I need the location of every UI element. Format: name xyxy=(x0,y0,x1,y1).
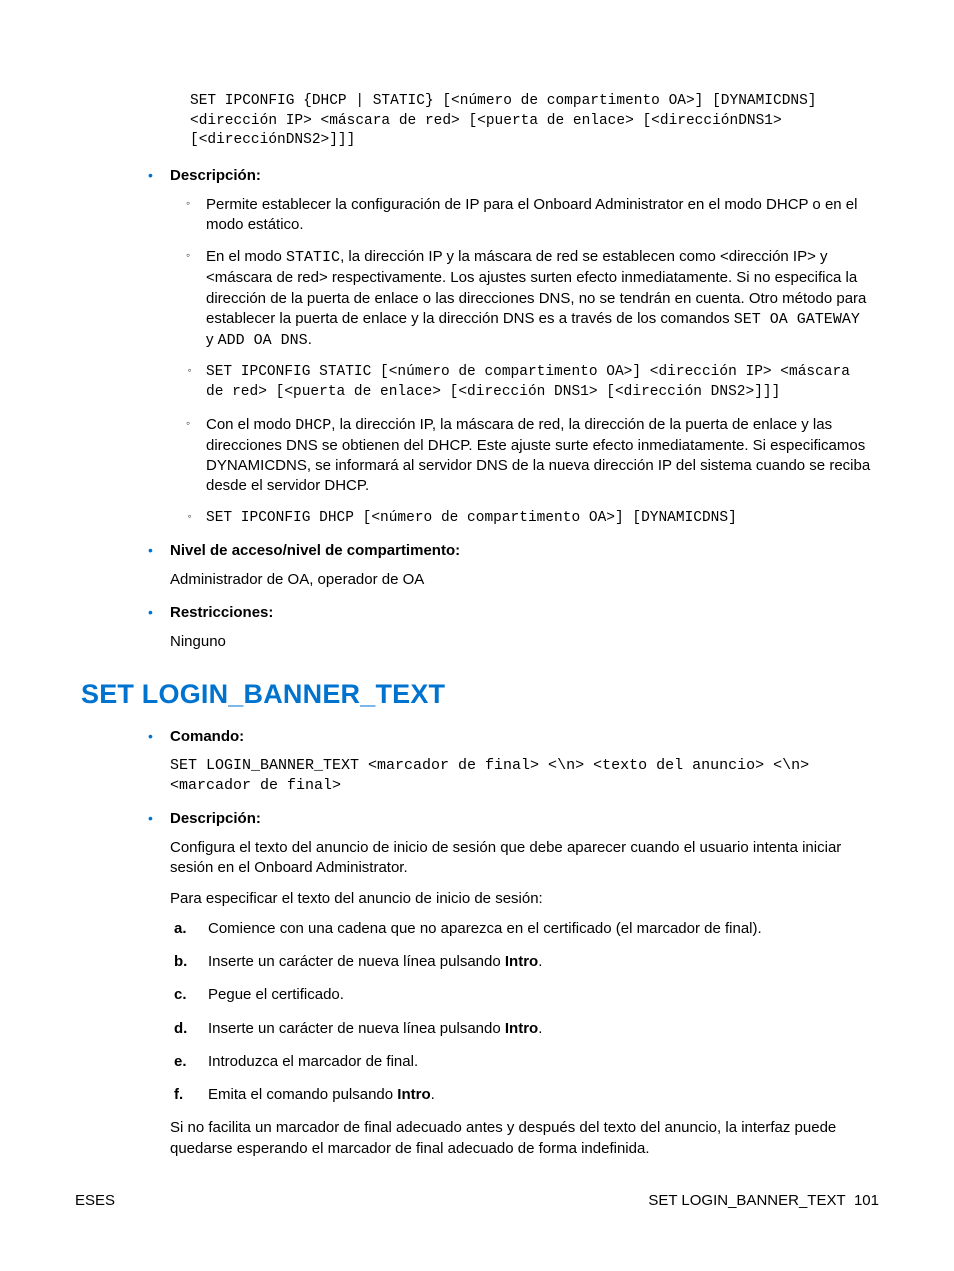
step-b: Inserte un carácter de nueva línea pulsa… xyxy=(204,952,871,972)
bullet-list-level2: Permite establecer la configuración de I… xyxy=(206,195,871,528)
bullet-list-level1-sec2: Comando: SET LOGIN_BANNER_TEXT <marcador… xyxy=(170,728,879,1159)
step-a: Comience con una cadena que no aparezca … xyxy=(204,919,871,939)
code-item-dhcp-syntax: SET IPCONFIG DHCP [<número de compartime… xyxy=(206,509,871,529)
body-descripcion-2: Configura el texto del anuncio de inicio… xyxy=(170,838,871,879)
item-nivel-acceso: Nivel de acceso/nivel de compartimento: … xyxy=(170,542,871,590)
inline-code-set-oa-gateway: SET OA GATEWAY xyxy=(734,311,860,328)
code-block-login-banner: SET LOGIN_BANNER_TEXT <marcador de final… xyxy=(170,756,871,797)
label-nivel-acceso: Nivel de acceso/nivel de compartimento: xyxy=(170,542,460,559)
label-descripcion: Descripción: xyxy=(170,167,261,184)
text: . xyxy=(431,1086,435,1103)
heading-set-login-banner-text: SET LOGIN_BANNER_TEXT xyxy=(81,679,879,710)
code-block-set-ipconfig: SET IPCONFIG {DHCP | STATIC} [<número de… xyxy=(190,92,871,151)
inline-code-add-oa-dns: ADD OA DNS xyxy=(218,332,308,349)
footer-page-number: 101 xyxy=(854,1192,879,1209)
text: Emita el comando pulsando xyxy=(208,1086,397,1103)
footer-right: SET LOGIN_BANNER_TEXT 101 xyxy=(648,1192,879,1209)
item-descripcion: Descripción: Permite establecer la confi… xyxy=(170,167,871,528)
text: . xyxy=(538,953,542,970)
bold-intro: Intro xyxy=(505,953,538,970)
footer-left: ESES xyxy=(75,1192,115,1209)
step-f: Emita el comando pulsando Intro. xyxy=(204,1085,871,1105)
text: Inserte un carácter de nueva línea pulsa… xyxy=(208,1020,505,1037)
note-final: Si no facilita un marcador de final adec… xyxy=(170,1118,871,1159)
page-footer: ESES SET LOGIN_BANNER_TEXT 101 xyxy=(75,1192,879,1209)
item-comando: Comando: SET LOGIN_BANNER_TEXT <marcador… xyxy=(170,728,871,797)
ordered-list-steps: Comience con una cadena que no aparezca … xyxy=(204,919,871,1106)
page: SET IPCONFIG {DHCP | STATIC} [<número de… xyxy=(0,0,954,1271)
footer-section-title: SET LOGIN_BANNER_TEXT xyxy=(648,1192,845,1209)
step-d: Inserte un carácter de nueva línea pulsa… xyxy=(204,1019,871,1039)
step-e: Introduzca el marcador de final. xyxy=(204,1052,871,1072)
text: Inserte un carácter de nueva línea pulsa… xyxy=(208,953,505,970)
label-descripcion-2: Descripción: xyxy=(170,810,261,827)
text: y xyxy=(206,331,218,348)
bold-intro: Intro xyxy=(397,1086,430,1103)
inline-code-static: STATIC xyxy=(286,249,340,266)
text: . xyxy=(538,1020,542,1037)
bullet-list-level1: Descripción: Permite establecer la confi… xyxy=(170,167,879,653)
text: . xyxy=(308,331,312,348)
desc-item-1: Permite establecer la configuración de I… xyxy=(206,195,871,236)
bold-intro: Intro xyxy=(505,1020,538,1037)
label-comando: Comando: xyxy=(170,728,244,745)
body-nivel-acceso: Administrador de OA, operador de OA xyxy=(170,570,871,590)
body-restricciones: Ninguno xyxy=(170,632,871,652)
inline-code-dhcp: DHCP xyxy=(295,417,331,434)
desc-item-4: Con el modo DHCP, la dirección IP, la má… xyxy=(206,415,871,497)
item-restricciones: Restricciones: Ninguno xyxy=(170,604,871,652)
code-item-static-syntax: SET IPCONFIG STATIC [<número de comparti… xyxy=(206,363,871,402)
desc-item-2: En el modo STATIC, la dirección IP y la … xyxy=(206,247,871,351)
step-c: Pegue el certificado. xyxy=(204,985,871,1005)
text: En el modo xyxy=(206,248,286,265)
intro-steps: Para especificar el texto del anuncio de… xyxy=(170,889,871,909)
label-restricciones: Restricciones: xyxy=(170,604,273,621)
item-descripcion-2: Descripción: Configura el texto del anun… xyxy=(170,810,871,1159)
text: Con el modo xyxy=(206,416,295,433)
